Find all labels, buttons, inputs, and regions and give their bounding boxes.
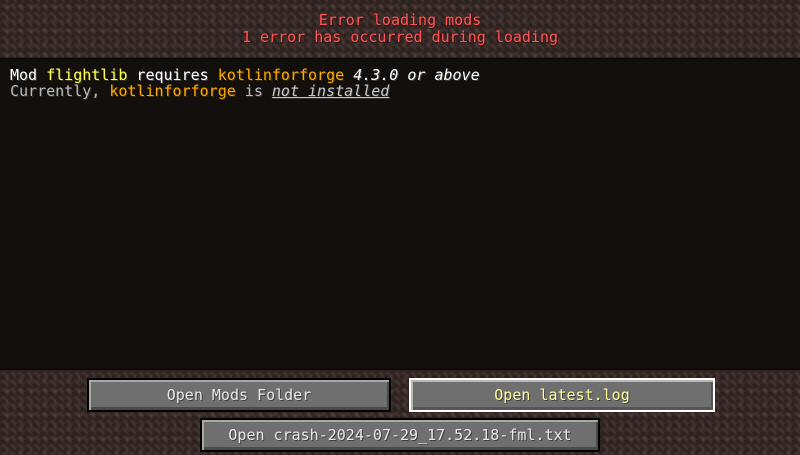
error-list-panel[interactable]: Mod flightlib requires kotlinforforge 4.… [0,58,800,370]
install-status: not installed [271,82,390,100]
status-prefix: Currently, [10,82,110,100]
status-dependency-name: kotlinforforge [109,82,236,100]
error-header: Error loading mods 1 error has occurred … [0,0,800,58]
open-crash-report-button[interactable]: Open crash-2024-07-29_17.52.18-fml.txt [200,418,600,452]
open-mods-folder-button[interactable]: Open Mods Folder [87,378,391,412]
error-requirement-line: Mod flightlib requires kotlinforforge 4.… [10,67,790,83]
header-title: Error loading mods [318,11,482,29]
error-entry: Mod flightlib requires kotlinforforge 4.… [10,67,790,99]
status-middle: is [235,82,272,100]
header-subtitle: 1 error has occurred during loading [241,28,559,46]
open-latest-log-button[interactable]: Open latest.log [409,378,715,412]
error-status-line: Currently, kotlinforforge is not install… [10,83,790,99]
